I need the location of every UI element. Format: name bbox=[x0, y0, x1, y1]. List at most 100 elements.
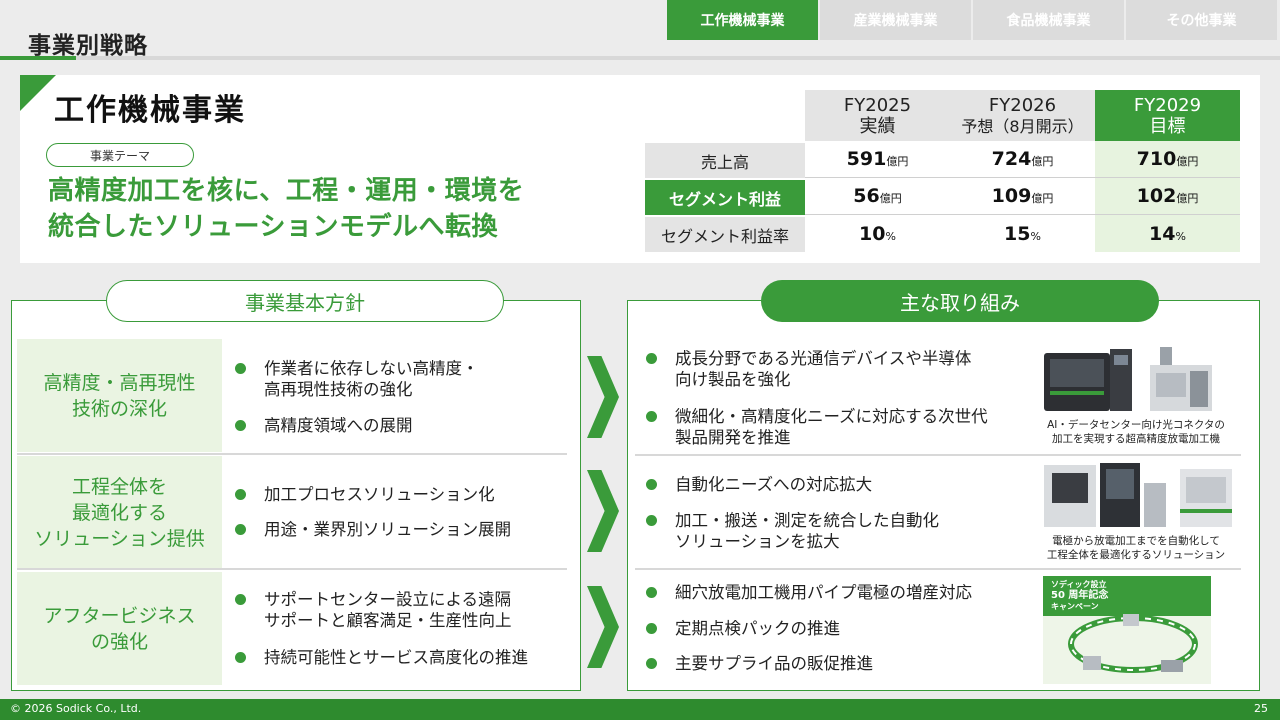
segment-title: 工作機械事業 bbox=[54, 93, 246, 128]
row-label: 売上高 bbox=[645, 141, 805, 178]
initiative-bullet: 定期点検パックの推進 bbox=[643, 618, 840, 639]
initiative-bullet: 細穴放電加工機用パイプ電極の増産対応 bbox=[643, 582, 972, 603]
theme-label: 事業テーマ bbox=[46, 143, 194, 167]
policy-bullet: サポートセンター設立による遠隔 サポートと顧客満足・生産性向上 bbox=[232, 589, 512, 631]
cycle-illustration bbox=[1068, 614, 1198, 673]
kpi-col-fy2026: FY2026 予想（8月開示） bbox=[950, 90, 1095, 141]
policy-divider bbox=[17, 453, 567, 455]
value-number: 102 bbox=[1136, 185, 1177, 207]
bullet-line: 向け製品を強化 bbox=[675, 370, 791, 389]
chevron-right-icon bbox=[587, 356, 619, 438]
kpi-value: 724億円 bbox=[950, 141, 1095, 178]
kpi-header-row: FY2025 実績 FY2026 予想（8月開示） FY2029 目標 bbox=[645, 90, 1240, 141]
footer-bar: © 2026 Sodick Co., Ltd. 25 bbox=[0, 699, 1280, 720]
policy-header: 事業基本方針 bbox=[106, 280, 504, 322]
caption-line: 工程全体を最適化するソリューション bbox=[1046, 549, 1226, 561]
kpi-row-segment-profit: セグメント利益 56億円 109億円 102億円 bbox=[645, 178, 1240, 215]
chevron-right-icon bbox=[587, 470, 619, 552]
poster-line: 50 周年記念 bbox=[1051, 590, 1109, 601]
page-number: 25 bbox=[1254, 702, 1268, 715]
image-caption: 電極から放電加工までを自動化して 工程全体を最適化するソリューション bbox=[1030, 534, 1242, 562]
bullet-line: 持続可能性とサービス高度化の推進 bbox=[264, 648, 528, 667]
bullet-line: サポートセンター設立による遠隔 bbox=[264, 590, 512, 609]
kpi-value: 109億円 bbox=[950, 178, 1095, 215]
policy-item-title: 工程全体を 最適化する ソリューション提供 bbox=[17, 456, 222, 569]
col-type: 目標 bbox=[1149, 115, 1186, 137]
kpi-row-sales: 売上高 591億円 724億円 710億円 bbox=[645, 141, 1240, 178]
bullet-line: 加工プロセスソリューション化 bbox=[264, 485, 495, 504]
bullet-line: 用途・業界別ソリューション展開 bbox=[264, 520, 512, 539]
value-number: 591 bbox=[846, 148, 887, 170]
theme-line-2: 統合したソリューションモデルへ転換 bbox=[48, 212, 498, 242]
col-year: FY2026 bbox=[988, 94, 1057, 116]
page-title: 事業別戦略 bbox=[28, 33, 148, 59]
policy-bullet: 持続可能性とサービス高度化の推進 bbox=[232, 647, 528, 668]
policy-bullet: 用途・業界別ソリューション展開 bbox=[232, 519, 511, 540]
policy-bullet: 加工プロセスソリューション化 bbox=[232, 484, 495, 505]
value-unit: 億円 bbox=[1031, 192, 1054, 205]
poster-line: ソディック設立 bbox=[1051, 580, 1107, 589]
tab-food-machinery[interactable]: 食品機械事業 bbox=[973, 0, 1124, 40]
edm-machine-image bbox=[1044, 347, 1212, 411]
policy-item: 工程全体を 最適化する ソリューション提供 加工プロセスソリューション化 用途・業界… bbox=[17, 456, 567, 569]
kpi-table: FY2025 実績 FY2026 予想（8月開示） FY2029 目標 売上高 591… bbox=[645, 90, 1240, 252]
value-unit: 億円 bbox=[886, 155, 909, 168]
title-line: アフタービジネス bbox=[43, 604, 196, 627]
segment-tabs: 工作機械事業 産業機械事業 食品機械事業 その他事業 bbox=[667, 0, 1277, 40]
value-unit: 億円 bbox=[879, 192, 902, 205]
tab-industrial-machinery[interactable]: 産業機械事業 bbox=[820, 0, 971, 40]
bullet-line: 自動化ニーズへの対応拡大 bbox=[675, 475, 873, 494]
caption-line: AI・データセンター向け光コネクタの bbox=[1047, 419, 1225, 431]
col-year: FY2025 bbox=[843, 94, 912, 116]
kpi-col-fy2025: FY2025 実績 bbox=[805, 90, 950, 141]
row-label: セグメント利益率 bbox=[645, 215, 805, 252]
initiatives-header: 主な取り組み bbox=[761, 280, 1159, 322]
kpi-col-fy2029: FY2029 目標 bbox=[1095, 90, 1240, 141]
value-number: 15 bbox=[1004, 222, 1031, 245]
row-label: セグメント利益 bbox=[645, 178, 805, 215]
col-year: FY2029 bbox=[1133, 94, 1202, 116]
title-line: 工程全体を bbox=[71, 475, 167, 498]
bullet-line: 高再現性技術の強化 bbox=[264, 380, 413, 399]
value-number: 724 bbox=[991, 148, 1032, 170]
policy-item: 高精度・高再現性 技術の深化 作業者に依存しない高精度・ 高再現性技術の強化 高精度… bbox=[17, 339, 567, 452]
col-type: 予想（8月開示） bbox=[961, 116, 1084, 136]
bullet-line: 作業者に依存しない高精度・ bbox=[264, 359, 479, 378]
policy-item: アフタービジネス の強化 サポートセンター設立による遠隔 サポートと顧客満足・生産性… bbox=[17, 572, 567, 685]
kpi-row-margin: セグメント利益率 10% 15% 14% bbox=[645, 215, 1240, 252]
bullet-line: 微細化・高精度化ニーズに対応する次世代 bbox=[675, 407, 988, 426]
bullet-line: 製品開発を推進 bbox=[675, 428, 791, 447]
value-number: 10 bbox=[859, 222, 886, 245]
bullet-line: 加工・搬送・測定を統合した自動化 bbox=[675, 511, 939, 530]
title-divider-accent bbox=[0, 56, 76, 60]
value-number: 710 bbox=[1136, 148, 1177, 170]
business-theme: 高精度加工を核に、工程・運用・環境を 統合したソリューションモデルへ転換 bbox=[48, 173, 524, 245]
value-unit: % bbox=[1175, 229, 1186, 243]
kpi-value: 10% bbox=[805, 215, 950, 252]
value-unit: 億円 bbox=[1031, 155, 1054, 168]
initiative-bullet: 主要サプライ品の販促推進 bbox=[643, 653, 873, 674]
bullet-line: 主要サプライ品の販促推進 bbox=[675, 654, 873, 673]
bullet-line: 成長分野である光通信デバイスや半導体 bbox=[675, 349, 972, 368]
initiative-bullet: 成長分野である光通信デバイスや半導体 向け製品を強化 bbox=[643, 348, 971, 390]
tab-other-business[interactable]: その他事業 bbox=[1126, 0, 1277, 40]
title-line: 技術の深化 bbox=[71, 397, 167, 420]
value-unit: % bbox=[1030, 229, 1041, 243]
kpi-corner-cell bbox=[645, 90, 805, 141]
anniversary-campaign-poster: ソディック設立 50 周年記念 キャンペーン bbox=[1043, 576, 1211, 684]
initiative-divider bbox=[635, 454, 1241, 456]
automation-cell-image bbox=[1044, 463, 1232, 527]
kpi-value: 710億円 bbox=[1095, 141, 1240, 178]
tab-machine-tools[interactable]: 工作機械事業 bbox=[667, 0, 818, 40]
policy-divider bbox=[17, 568, 567, 570]
value-number: 56 bbox=[853, 185, 880, 207]
image-caption: AI・データセンター向け光コネクタの 加工を実現する超高精度放電加工機 bbox=[1030, 418, 1242, 446]
corner-accent bbox=[20, 75, 56, 111]
col-type: 実績 bbox=[859, 115, 896, 137]
kpi-value: 591億円 bbox=[805, 141, 950, 178]
value-unit: % bbox=[885, 229, 896, 243]
title-divider bbox=[0, 56, 1280, 60]
bullet-line: 定期点検パックの推進 bbox=[675, 619, 840, 638]
value-number: 109 bbox=[991, 185, 1032, 207]
title-line: の強化 bbox=[90, 630, 148, 653]
